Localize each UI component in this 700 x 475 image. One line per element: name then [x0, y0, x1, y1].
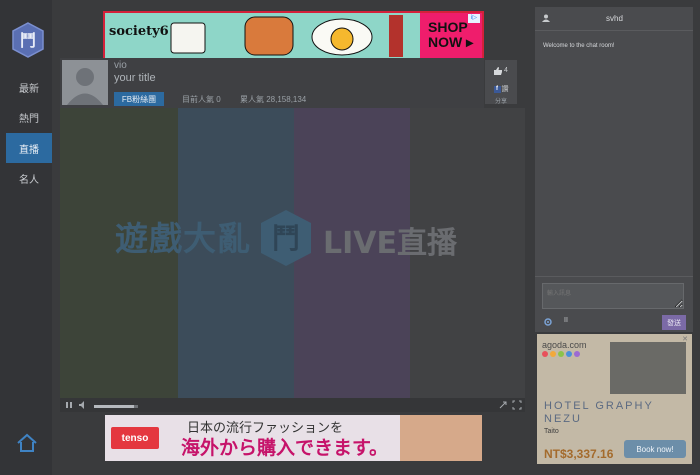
- volume-icon[interactable]: [78, 400, 88, 410]
- nav-item-latest[interactable]: 最新: [6, 72, 52, 102]
- chat-message-input[interactable]: [542, 283, 684, 309]
- top-banner-ad[interactable]: society6 SHOP NOW ▸ i▷: [103, 11, 484, 60]
- agoda-dot: [558, 351, 564, 357]
- hotel-price: NT$3,337.16: [544, 447, 614, 461]
- agoda-dot: [550, 351, 556, 357]
- stream-title: your title: [114, 72, 156, 84]
- ad-model-photo: [400, 415, 482, 461]
- facebook-like-box[interactable]: 4 f 讚 分享: [485, 60, 517, 105]
- hotel-city: Taito: [544, 428, 559, 435]
- home-icon[interactable]: [16, 432, 38, 454]
- nav-label: 直播: [19, 144, 39, 156]
- chat-username: svhd: [606, 14, 623, 23]
- watermark-title: 遊戲大亂: [115, 219, 251, 258]
- hotel-name: HOTEL GRAPHY NEZU: [544, 400, 654, 425]
- ad-close-icon[interactable]: ✕: [680, 335, 690, 344]
- avatar[interactable]: [62, 60, 108, 105]
- volume-slider[interactable]: [94, 405, 138, 408]
- ad-brand: society6: [109, 24, 169, 39]
- agoda-logo: agoda.com: [542, 340, 587, 350]
- tenso-logo: tenso: [111, 427, 159, 449]
- nav-item-popular[interactable]: 熱門: [6, 102, 52, 132]
- book-now-button[interactable]: Book now!: [624, 440, 686, 458]
- like-count: 4: [504, 67, 508, 74]
- facebook-share-button[interactable]: f 讚: [488, 84, 514, 94]
- send-button[interactable]: 發送: [662, 315, 686, 330]
- fight-logo-icon[interactable]: 鬥: [11, 22, 45, 58]
- total-viewers: 累人氣 28,158,134: [240, 95, 307, 104]
- chat-tool-button[interactable]: II: [564, 317, 568, 324]
- nav-item-celebrity[interactable]: 名人: [6, 163, 52, 193]
- breakfast-illustration: [170, 15, 403, 57]
- fb-like-label: 讚: [501, 86, 509, 93]
- agoda-dots: [542, 351, 580, 357]
- watermark-logo-icon: 鬥: [261, 210, 311, 266]
- share-label[interactable]: 分享: [485, 96, 517, 105]
- nav-label: 熱門: [19, 113, 39, 125]
- agoda-dot: [542, 351, 548, 357]
- agoda-dot: [566, 351, 572, 357]
- ad-choices-icon[interactable]: i▷: [468, 14, 480, 23]
- hotel-side-ad[interactable]: agoda.com HOTEL GRAPHY NEZU Taito NT$3,3…: [537, 334, 692, 464]
- volume-level: [94, 405, 134, 408]
- streamer-name[interactable]: vio: [114, 60, 127, 71]
- hotel-room-photo: [610, 342, 686, 394]
- pause-icon[interactable]: [64, 400, 74, 410]
- shop-now-line2: NOW ▸: [428, 34, 474, 50]
- facebook-icon: f: [493, 85, 501, 93]
- fb-fan-page-button[interactable]: FB粉絲團: [114, 92, 164, 106]
- chat-divider: [535, 276, 693, 277]
- popout-icon[interactable]: [498, 400, 508, 410]
- settings-gear-icon[interactable]: [544, 318, 552, 326]
- fullscreen-icon[interactable]: [512, 400, 522, 410]
- nav-label: 最新: [19, 83, 39, 95]
- nav-label: 名人: [19, 174, 39, 186]
- nav-item-live[interactable]: 直播: [6, 133, 52, 163]
- watermark-live-text: LIVE直播: [323, 226, 457, 261]
- default-avatar-icon: [67, 68, 103, 105]
- agoda-dot: [574, 351, 580, 357]
- user-icon: [542, 14, 550, 22]
- bottom-banner-ad[interactable]: tenso 日本の流行ファッションを 海外から購入できます。: [105, 415, 482, 461]
- ad-tagline: 海外から購入できます。: [181, 438, 389, 459]
- chat-welcome-message: Welcome to the chat room!: [543, 43, 615, 49]
- current-viewers: 目前人氣 0: [182, 95, 221, 104]
- thumbs-up-icon: [494, 67, 502, 75]
- svg-text:鬥: 鬥: [272, 222, 300, 255]
- svg-text:鬥: 鬥: [20, 31, 36, 50]
